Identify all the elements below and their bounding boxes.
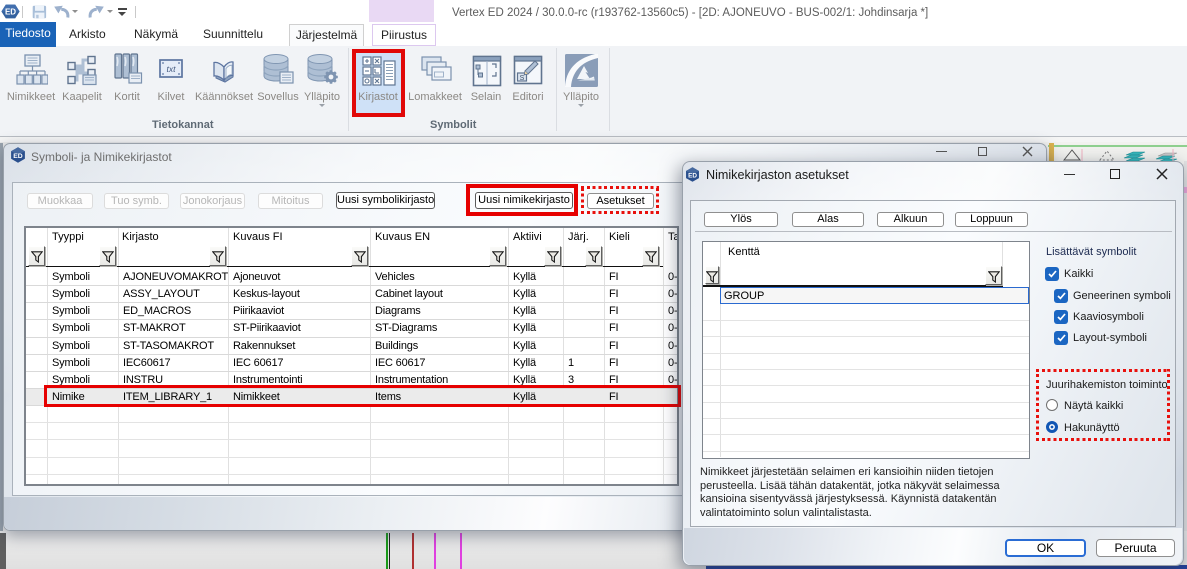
svg-text:ED: ED <box>5 8 16 17</box>
svg-text:txt: txt <box>167 64 177 74</box>
svg-text:ED: ED <box>13 153 23 160</box>
svg-text:ED: ED <box>688 172 697 179</box>
svg-text:S: S <box>520 75 525 82</box>
